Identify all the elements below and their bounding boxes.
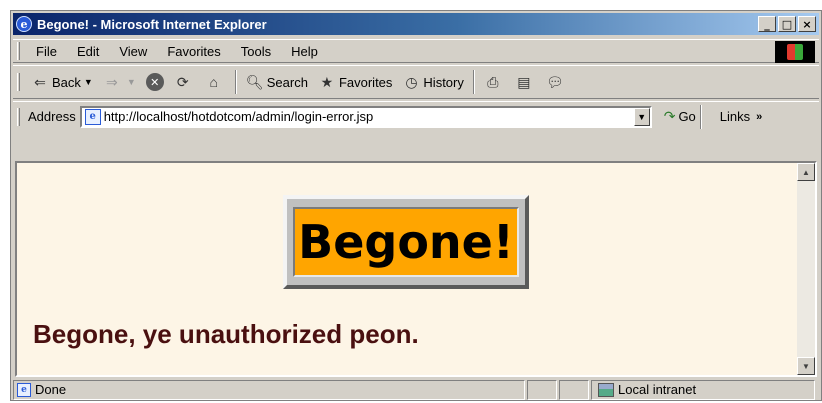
- history-icon: ◷: [405, 73, 418, 90]
- stop-button[interactable]: ✕: [141, 69, 169, 95]
- toolbar-separator: [472, 70, 475, 94]
- home-button[interactable]: ⌂: [200, 69, 231, 95]
- address-url[interactable]: http://localhost/hotdotcom/admin/login-e…: [104, 109, 374, 124]
- history-button[interactable]: ◷ History: [397, 69, 468, 95]
- toolbar-grip[interactable]: [17, 73, 20, 91]
- favorites-icon: ★: [320, 73, 334, 90]
- window-controls: _ □ ×: [758, 16, 816, 32]
- menu-tools[interactable]: Tools: [231, 44, 281, 59]
- status-pane-blank: [559, 379, 589, 400]
- scroll-up-icon[interactable]: ▲: [797, 163, 815, 181]
- address-dropdown-icon[interactable]: ▼: [633, 107, 650, 126]
- address-input[interactable]: e http://localhost/hotdotcom/admin/login…: [79, 105, 652, 128]
- print-button[interactable]: ⎙: [479, 69, 510, 95]
- intranet-icon: [598, 382, 614, 397]
- back-label: Back: [52, 74, 81, 90]
- printer-icon: ⎙: [487, 73, 499, 90]
- menu-view[interactable]: View: [109, 44, 157, 59]
- page-done-icon: e: [17, 382, 31, 397]
- menu-bar: File Edit View Favorites Tools Help: [13, 39, 819, 63]
- toolbar-separator: [234, 70, 237, 94]
- go-button[interactable]: ↷ Go: [664, 108, 696, 125]
- forward-arrow-icon: ⇒: [105, 73, 118, 90]
- status-text: Done: [35, 382, 67, 397]
- minimize-button[interactable]: _: [758, 16, 776, 32]
- standard-toolbar: ⇐ Back ▼ ⇒ ▼ ✕ ⟳ ⌂ 🔍︎ Search ★ Favorites…: [13, 65, 819, 99]
- chevron-right-icon: »: [756, 110, 763, 123]
- stop-icon: ✕: [145, 73, 164, 91]
- back-arrow-icon: ⇐: [34, 73, 46, 90]
- browser-window: e Begone! - Microsoft Internet Explorer …: [10, 10, 822, 401]
- edit-page-icon: ▤: [517, 73, 531, 90]
- begone-banner: Begone!: [283, 195, 529, 289]
- menu-edit[interactable]: Edit: [67, 44, 109, 59]
- refresh-button[interactable]: ⟳: [169, 69, 200, 95]
- page-content: Begone! Begone, ye unauthorized peon. ▲ …: [15, 161, 817, 377]
- favorites-label: Favorites: [338, 74, 393, 90]
- search-label: Search: [266, 74, 308, 90]
- discuss-button[interactable]: 💬︎: [541, 69, 572, 95]
- status-main-pane: e Done: [13, 379, 525, 400]
- menu-favorites[interactable]: Favorites: [157, 44, 230, 59]
- links-label: Links: [719, 109, 751, 124]
- error-message: Begone, ye unauthorized peon.: [33, 319, 419, 349]
- back-dropdown-icon[interactable]: ▼: [84, 77, 93, 87]
- menu-file[interactable]: File: [26, 44, 67, 59]
- forward-dropdown-icon[interactable]: ▼: [127, 77, 136, 87]
- page-icon: e: [84, 108, 101, 125]
- security-zone-pane: Local intranet: [591, 379, 815, 400]
- ie-icon: e: [16, 16, 32, 32]
- address-grip[interactable]: [17, 107, 20, 126]
- go-arrow-icon: ↷: [663, 108, 676, 124]
- windows-logo-icon: [775, 41, 815, 63]
- status-pane-blank: [527, 379, 557, 400]
- vertical-scrollbar[interactable]: ▲ ▼: [797, 163, 815, 375]
- search-icon: 🔍︎: [245, 73, 264, 90]
- close-button[interactable]: ×: [798, 16, 816, 32]
- go-label: Go: [678, 109, 696, 124]
- discuss-icon: 💬︎: [545, 73, 564, 90]
- menu-help[interactable]: Help: [281, 44, 328, 59]
- zone-label: Local intranet: [618, 382, 697, 397]
- banner-cell: Begone!: [293, 207, 519, 277]
- forward-button[interactable]: ⇒ ▼: [98, 69, 141, 95]
- links-button[interactable]: Links »: [720, 109, 762, 124]
- status-bar: e Done Local intranet: [13, 379, 819, 400]
- edit-button[interactable]: ▤: [510, 69, 541, 95]
- search-button[interactable]: 🔍︎ Search: [241, 69, 313, 95]
- address-separator: [699, 104, 702, 129]
- history-label: History: [423, 74, 464, 90]
- scroll-down-icon[interactable]: ▼: [797, 357, 815, 375]
- refresh-icon: ⟳: [176, 73, 189, 90]
- address-label: Address: [28, 109, 76, 124]
- window-title: Begone! - Microsoft Internet Explorer: [37, 16, 267, 32]
- back-button[interactable]: ⇐ Back ▼: [26, 69, 98, 95]
- menu-grip[interactable]: [17, 42, 20, 60]
- title-bar[interactable]: e Begone! - Microsoft Internet Explorer …: [13, 13, 819, 35]
- address-bar: Address e http://localhost/hotdotcom/adm…: [13, 101, 819, 131]
- maximize-button[interactable]: □: [778, 16, 796, 32]
- banner-title: Begone!: [298, 215, 514, 269]
- home-icon: ⌂: [209, 74, 218, 90]
- favorites-button[interactable]: ★ Favorites: [313, 69, 397, 95]
